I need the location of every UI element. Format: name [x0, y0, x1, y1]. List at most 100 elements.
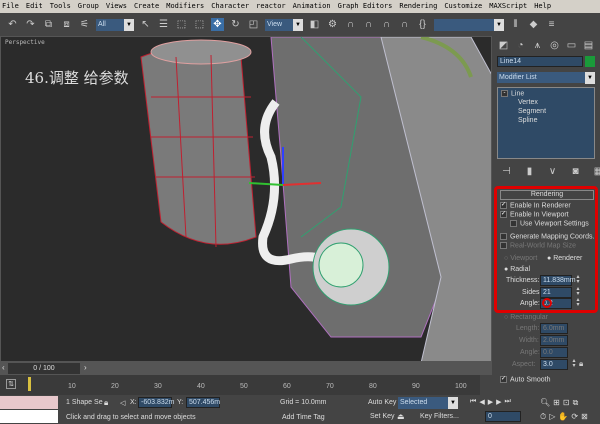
pan-icon[interactable]: ✋ [558, 412, 568, 422]
menu-animation[interactable]: Animation [293, 0, 331, 13]
menu-tools[interactable]: Tools [50, 0, 71, 13]
time-slider[interactable]: ‹ 0 / 100 › [0, 362, 492, 375]
width-field[interactable]: 2.0mm [540, 335, 568, 346]
rectangular-radio[interactable]: ○ Rectangular [504, 314, 548, 321]
select-by-name-icon[interactable]: ☰ [157, 18, 170, 31]
menu-group[interactable]: Group [78, 0, 99, 13]
region-select-icon[interactable]: ⬚ [175, 18, 188, 31]
select-icon[interactable]: ↖ [139, 18, 152, 31]
stack-item-spline[interactable]: Spline [518, 117, 537, 124]
menu-views[interactable]: Views [106, 0, 127, 13]
zoom-extents-icon[interactable]: ⊡ [563, 398, 570, 408]
object-name-field[interactable]: Line14 [497, 56, 583, 67]
prev-frame-icon[interactable]: ‹ [2, 363, 5, 372]
expand-icon[interactable]: - [501, 90, 508, 97]
undo-icon[interactable]: ↶ [6, 18, 19, 31]
menu-help[interactable]: Help [534, 0, 551, 13]
window-crossing-icon[interactable]: ⬚ [193, 18, 206, 31]
menu-create[interactable]: Create [134, 0, 159, 13]
add-time-tag[interactable]: Add Time Tag [282, 414, 325, 421]
maxscript-listener-white[interactable] [0, 410, 58, 423]
remove-modifier-icon[interactable]: ◙ [569, 165, 582, 178]
menu-file[interactable]: File [2, 0, 19, 13]
maxscript-listener-pink[interactable] [0, 396, 58, 409]
stack-item-line[interactable]: - Line [501, 90, 524, 97]
named-selection-select[interactable]: ▼ [434, 18, 504, 31]
next-key-icon[interactable]: ▶ [496, 398, 501, 406]
reference-coord-select[interactable]: View ▼ [265, 18, 303, 31]
menu-reactor[interactable]: reactor [256, 0, 286, 13]
set-key-button[interactable]: Set Key [370, 413, 395, 420]
show-end-result-icon[interactable]: ▮ [523, 165, 536, 178]
rect-angle-field[interactable]: 0.0 [540, 347, 568, 358]
stack-item-vertex[interactable]: Vertex [518, 99, 538, 106]
auto-smooth-checkbox[interactable]: ✓ Auto Smooth [500, 376, 550, 383]
y-coordinate-field[interactable]: 507.456m [186, 397, 220, 408]
set-key-icon[interactable]: ⏏ [397, 412, 405, 421]
snap-icon[interactable]: ∩ [344, 18, 357, 31]
manipulate-icon[interactable]: ⚙ [326, 18, 339, 31]
aspect-spinner[interactable]: ▴ ▾ [571, 358, 577, 370]
menu-rendering[interactable]: Rendering [399, 0, 437, 13]
menu-character[interactable]: Character [211, 0, 249, 13]
menu-modifiers[interactable]: Modifiers [166, 0, 204, 13]
zoom-icon[interactable]: 🔍︎ [540, 398, 550, 408]
motion-tab-icon[interactable]: ◎ [548, 39, 561, 52]
zoom-extents-all-icon[interactable]: ⧉ [573, 398, 579, 408]
play-icon[interactable]: ▶ [488, 398, 493, 406]
pivot-center-icon[interactable]: ◧ [308, 18, 321, 31]
viewport-label[interactable]: Perspective [5, 39, 45, 46]
bind-space-warp-icon[interactable]: ⚟ [78, 18, 91, 31]
redo-icon[interactable]: ↷ [24, 18, 37, 31]
menu-customize[interactable]: Customize [444, 0, 482, 13]
configure-sets-icon[interactable]: ▦ [592, 165, 600, 178]
absolute-mode-icon[interactable]: ◁ [120, 399, 125, 407]
go-to-end-icon[interactable]: ⏭ [504, 398, 510, 406]
unlink-icon[interactable]: ⧈ [60, 18, 73, 31]
x-coordinate-field[interactable]: -603.832m [138, 397, 174, 408]
lock-selection-icon[interactable]: 🔒︎ [104, 398, 108, 408]
field-of-view-icon[interactable]: ▷ [549, 412, 555, 422]
key-filters-button[interactable]: Key Filters... [420, 413, 459, 420]
display-tab-icon[interactable]: ▭ [565, 39, 578, 52]
previous-key-icon[interactable]: ◀ [479, 398, 484, 406]
spinner-snap-icon[interactable]: ∩ [398, 18, 411, 31]
time-slider-thumb[interactable]: 0 / 100 [8, 363, 80, 374]
curve-editor-icon[interactable]: ⇅ [6, 379, 16, 389]
create-tab-icon[interactable]: ◩ [497, 39, 510, 52]
hierarchy-tab-icon[interactable]: ⩚ [531, 39, 544, 52]
align-icon[interactable]: ◆ [527, 18, 540, 31]
make-unique-icon[interactable]: ∨ [546, 165, 559, 178]
time-config-icon[interactable]: ⏱ [540, 412, 546, 422]
pin-stack-icon[interactable]: ⊣ [500, 165, 513, 178]
selection-filter-select[interactable]: All ▼ [96, 18, 134, 31]
track-bar[interactable]: ⇅ 10 20 30 40 50 60 70 80 90 100 [0, 375, 480, 395]
mirror-icon[interactable]: ⫴ [509, 18, 522, 31]
next-frame-icon[interactable]: › [84, 363, 87, 372]
modifier-list-select[interactable]: Modifier List ▼ [497, 72, 595, 84]
modifier-stack[interactable]: - Line Vertex Segment Spline [497, 87, 595, 159]
named-selection-icon[interactable]: {} [416, 18, 429, 31]
stack-item-segment[interactable]: Segment [518, 108, 546, 115]
angle-snap-icon[interactable]: ∩ [362, 18, 375, 31]
key-mode-select[interactable]: Selected ▼ [398, 397, 458, 409]
auto-key-button[interactable]: Auto Key [368, 399, 396, 406]
orbit-icon[interactable]: ⟳ [571, 412, 578, 422]
lock-aspect-icon[interactable]: 🔒︎ [579, 359, 583, 369]
rotate-icon[interactable]: ↻ [229, 18, 242, 31]
select-link-icon[interactable]: ⧉ [42, 18, 55, 31]
utilities-tab-icon[interactable]: ▤ [582, 39, 595, 52]
percent-snap-icon[interactable]: ∩ [380, 18, 393, 31]
go-to-start-icon[interactable]: ⏮ [470, 398, 476, 406]
menu-maxscript[interactable]: MAXScript [489, 0, 527, 13]
perspective-viewport[interactable]: Perspective 46.调整 给参数 [0, 36, 492, 362]
move-icon[interactable]: ✥ [211, 18, 224, 31]
aspect-field[interactable]: 3.0 [540, 359, 568, 370]
menu-edit[interactable]: Edit [26, 0, 43, 13]
menu-graph-editors[interactable]: Graph Editors [338, 0, 393, 13]
layers-icon[interactable]: ≡ [545, 18, 558, 31]
object-color-swatch[interactable] [585, 56, 595, 67]
current-frame-field[interactable]: 0 [485, 411, 521, 422]
maximize-viewport-icon[interactable]: ⊠ [581, 412, 588, 422]
scale-icon[interactable]: ◰ [247, 18, 260, 31]
